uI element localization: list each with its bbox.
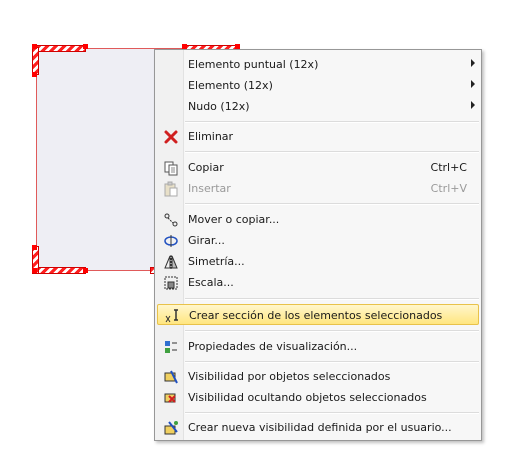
menu-separator xyxy=(185,298,479,300)
menu-item-label: Visibilidad por objetos seleccionados xyxy=(188,370,391,383)
menu-separator xyxy=(185,151,479,153)
node-marker[interactable] xyxy=(32,72,37,77)
menu-item-label: Escala... xyxy=(188,276,234,289)
rotate-icon xyxy=(163,233,179,249)
menu-item-label: Mover o copiar... xyxy=(188,213,280,226)
menu-item-shortcut: Ctrl+V xyxy=(430,182,467,195)
menu-item-label: Nudo (12x) xyxy=(188,100,250,113)
menu-item-label: Girar... xyxy=(188,234,225,247)
menu-item-visibility-selected[interactable]: Visibilidad por objetos seleccionados xyxy=(157,366,479,387)
submenu-arrow-icon xyxy=(471,101,475,109)
menu-item-create-section[interactable]: Crear sección de los elementos seleccion… xyxy=(157,304,479,325)
menu-item-label: Copiar xyxy=(188,161,224,174)
menu-item-scale[interactable]: Escala... xyxy=(157,272,479,293)
menu-item-display-properties[interactable]: Propiedades de visualización... xyxy=(157,336,479,357)
new-visibility-icon xyxy=(163,420,179,436)
node-marker[interactable] xyxy=(83,268,88,273)
section-icon xyxy=(164,308,180,324)
delete-x-icon xyxy=(163,129,179,145)
menu-item-node[interactable]: Nudo (12x) xyxy=(157,96,479,117)
context-menu: Elemento puntual (12x) Elemento (12x) Nu… xyxy=(154,49,482,441)
menu-item-label: Elemento puntual (12x) xyxy=(188,58,319,71)
submenu-arrow-icon xyxy=(471,80,475,88)
menu-item-mirror[interactable]: Simetría... xyxy=(157,251,479,272)
menu-item-label: Crear sección de los elementos seleccion… xyxy=(189,309,443,322)
menu-item-rotate[interactable]: Girar... xyxy=(157,230,479,251)
menu-item-element[interactable]: Elemento (12x) xyxy=(157,75,479,96)
visibility-hide-icon xyxy=(163,390,179,406)
menu-item-shortcut: Ctrl+C xyxy=(430,161,467,174)
node-marker[interactable] xyxy=(32,44,37,49)
menu-separator xyxy=(185,412,479,414)
menu-item-label: Propiedades de visualización... xyxy=(188,340,358,353)
move-copy-icon xyxy=(163,212,179,228)
menu-item-label: Simetría... xyxy=(188,255,245,268)
menu-separator xyxy=(185,121,479,123)
menu-item-label: Insertar xyxy=(188,182,231,195)
support-top-left[interactable] xyxy=(36,45,86,52)
menu-item-label: Eliminar xyxy=(188,130,234,143)
visibility-selected-icon xyxy=(163,369,179,385)
menu-item-label: Visibilidad ocultando objetos selecciona… xyxy=(188,391,427,404)
menu-separator xyxy=(185,330,479,332)
node-marker[interactable] xyxy=(32,268,37,273)
submenu-arrow-icon xyxy=(471,59,475,67)
node-marker[interactable] xyxy=(83,44,88,49)
display-properties-icon xyxy=(163,339,179,355)
menu-item-new-visibility[interactable]: Crear nueva visibilidad definida por el … xyxy=(157,417,479,438)
menu-item-delete[interactable]: Eliminar xyxy=(157,126,479,147)
support-bottom-left[interactable] xyxy=(36,267,86,274)
scale-icon xyxy=(163,275,179,291)
menu-item-point-element[interactable]: Elemento puntual (12x) xyxy=(157,54,479,75)
support-top-left-vertical[interactable] xyxy=(32,47,39,75)
menu-item-label: Crear nueva visibilidad definida por el … xyxy=(188,421,452,434)
copy-icon xyxy=(163,160,179,176)
node-marker[interactable] xyxy=(32,245,37,250)
menu-separator xyxy=(185,361,479,363)
menu-item-move-copy[interactable]: Mover o copiar... xyxy=(157,209,479,230)
mirror-icon xyxy=(163,254,179,270)
menu-item-copy[interactable]: Copiar Ctrl+C xyxy=(157,157,479,178)
menu-item-visibility-hide[interactable]: Visibilidad ocultando objetos selecciona… xyxy=(157,387,479,408)
menu-separator xyxy=(185,203,479,205)
menu-item-label: Elemento (12x) xyxy=(188,79,273,92)
paste-icon xyxy=(163,181,179,197)
menu-item-paste[interactable]: Insertar Ctrl+V xyxy=(157,178,479,199)
